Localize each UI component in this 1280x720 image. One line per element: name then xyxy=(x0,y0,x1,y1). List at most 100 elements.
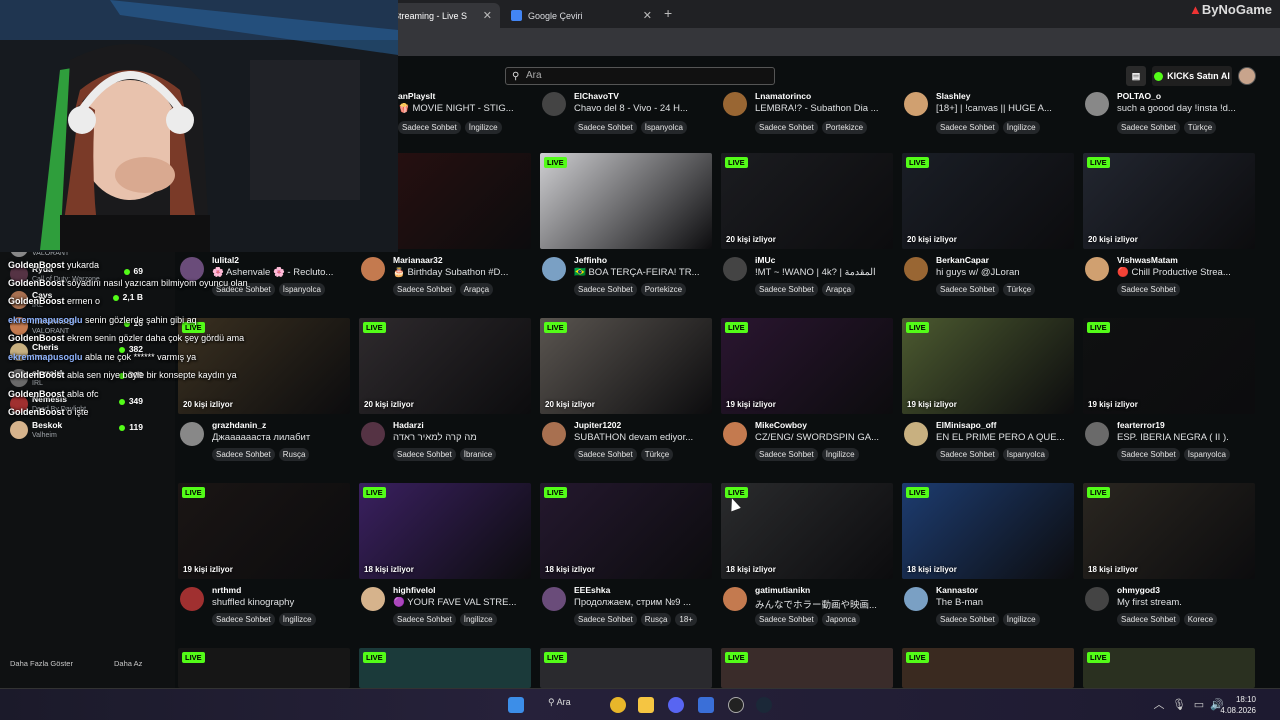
chat-username[interactable]: GoldenBoost xyxy=(8,333,65,343)
tag[interactable]: İngilizce xyxy=(464,121,502,134)
channel-name[interactable]: Lnamatorinco xyxy=(755,91,811,101)
tag[interactable]: İngilizce xyxy=(459,613,497,626)
stream-title[interactable]: みんなでホラー動画や映画... xyxy=(755,597,895,611)
tag[interactable]: Sadece Sohbet xyxy=(574,283,637,296)
stream-thumbnail[interactable]: LIVE xyxy=(178,648,350,688)
chat-username[interactable]: GoldenBoost xyxy=(8,260,65,270)
stream-thumbnail[interactable]: LIVE 20 kişi izliyor xyxy=(721,153,893,249)
stream-thumbnail[interactable]: LIVE 18 kişi izliyor xyxy=(1083,483,1255,579)
channel-avatar[interactable] xyxy=(542,422,566,446)
chat-username[interactable]: GoldenBoost xyxy=(8,389,65,399)
tag[interactable]: İngilizce xyxy=(278,613,316,626)
tag[interactable]: Sadece Sohbet xyxy=(574,448,637,461)
stream-card[interactable]: LIVE 18 kişi izliyor Kannastor The B-man Sad… xyxy=(902,483,1074,643)
stream-card[interactable]: LIVE 19 kişi izliyor nrthmd shuffled kinogr… xyxy=(178,483,350,643)
stream-card[interactable]: Lnamatorinco LEMBRA!? - Subathon Dia ... S… xyxy=(721,56,893,136)
channel-avatar[interactable] xyxy=(361,587,385,611)
obs-icon[interactable] xyxy=(728,697,744,713)
stream-card[interactable]: LIVE 20 kişi izliyor BerkanCapar hi guys w/… xyxy=(902,153,1074,313)
stream-card[interactable]: ElChavoTV Chavo del 8 - Vivo - 24 H... Sad… xyxy=(540,56,712,136)
stream-title[interactable]: 🎂 Birthday Subathon #D... xyxy=(393,267,533,278)
channel-name[interactable]: Slashley xyxy=(936,91,971,101)
windows-start-icon[interactable] xyxy=(508,697,524,713)
channel-avatar[interactable] xyxy=(361,422,385,446)
stream-title[interactable]: The B-man xyxy=(936,597,1076,608)
tag[interactable]: Korece xyxy=(1183,613,1218,626)
chevron-up-icon[interactable]: ︿ xyxy=(1152,698,1166,712)
channel-name[interactable]: gatimutianikn xyxy=(755,585,810,595)
stream-title[interactable]: LEMBRA!? - Subathon Dia ... xyxy=(755,103,895,114)
stream-thumbnail[interactable]: LIVE 19 kişi izliyor xyxy=(721,318,893,414)
tag[interactable]: Sadece Sohbet xyxy=(574,121,637,134)
channel-name[interactable]: POLTAO_o xyxy=(1117,91,1161,101)
stream-title[interactable]: 🟣 YOUR FAVE VAL STRE... xyxy=(393,597,533,608)
tag[interactable]: Sadece Sohbet xyxy=(1117,121,1180,134)
tag[interactable]: Rusça xyxy=(278,448,310,461)
tag[interactable]: Sadece Sohbet xyxy=(1117,448,1180,461)
tag[interactable]: Sadece Sohbet xyxy=(936,613,999,626)
stream-card[interactable]: LIVE 20 kişi izliyor VishwasMatam 🔴 Chill P… xyxy=(1083,153,1255,313)
tag[interactable]: Sadece Sohbet xyxy=(936,283,999,296)
stream-thumbnail[interactable]: LIVE xyxy=(540,648,712,688)
stream-card[interactable]: LIVE 20 kişi izliyor Hadarzi מה קרה למאיר ר… xyxy=(359,318,531,478)
channel-name[interactable]: Hadarzi xyxy=(393,420,424,430)
stream-thumbnail[interactable]: LIVE 19 kişi izliyor xyxy=(178,483,350,579)
steam-icon[interactable] xyxy=(756,697,772,713)
stream-title[interactable]: shuffled kinography xyxy=(212,597,352,608)
chat-username[interactable]: GoldenBoost xyxy=(8,407,65,417)
channel-name[interactable]: iMUc xyxy=(755,255,775,265)
tag[interactable]: İspanyolca xyxy=(1183,448,1230,461)
tag[interactable]: İngilizce xyxy=(1002,613,1040,626)
tag[interactable]: Sadece Sohbet xyxy=(212,448,275,461)
show-less-button[interactable]: Daha Az xyxy=(114,659,142,668)
tag[interactable]: Sadece Sohbet xyxy=(574,613,637,626)
tag[interactable]: Sadece Sohbet xyxy=(398,121,461,134)
channel-name[interactable]: ElMinisapo_off xyxy=(936,420,996,430)
channel-avatar[interactable] xyxy=(1085,587,1109,611)
channel-avatar[interactable] xyxy=(904,422,928,446)
tag[interactable]: Rusça xyxy=(640,613,672,626)
channel-avatar[interactable] xyxy=(542,257,566,281)
new-tab-icon[interactable]: + xyxy=(664,5,672,21)
stream-card[interactable]: Slashley [18+] | !canvas || HUGE A... Sade… xyxy=(902,56,1074,136)
tag[interactable]: Sadece Sohbet xyxy=(755,283,818,296)
stream-thumbnail[interactable]: LIVE xyxy=(540,153,712,249)
stream-card[interactable]: LIVE 20 kişi izliyor iMUc !MT ~ !WANO | 4k?… xyxy=(721,153,893,313)
tag[interactable]: İspanyolca xyxy=(1002,448,1049,461)
tag[interactable]: Sadece Sohbet xyxy=(1117,283,1180,296)
stream-card[interactable]: LIVE 19 kişi izliyor fearterror19 ESP. IBER… xyxy=(1083,318,1255,478)
channel-avatar[interactable] xyxy=(1085,257,1109,281)
stream-thumbnail[interactable]: LIVE 20 kişi izliyor xyxy=(902,153,1074,249)
tag[interactable]: Sadece Sohbet xyxy=(936,121,999,134)
stream-title[interactable]: Продолжаем, стрим №9 ... xyxy=(574,597,714,608)
stream-card[interactable]: LIVE 20 kişi izliyor Jupiter1202 SUBATHON d… xyxy=(540,318,712,478)
channel-name[interactable]: MikeCowboy xyxy=(755,420,807,430)
channel-avatar[interactable] xyxy=(723,422,747,446)
tag[interactable]: İspanyolca xyxy=(278,283,325,296)
stream-thumbnail[interactable]: LIVE xyxy=(721,648,893,688)
stream-card[interactable]: LIVE Jeffinho 🇧🇷 BOA TERÇA-FEIRA! TR... Sad… xyxy=(540,153,712,313)
tag[interactable]: Sadece Sohbet xyxy=(393,448,456,461)
channel-name[interactable]: ohmygod3 xyxy=(1117,585,1160,595)
app-icon[interactable] xyxy=(698,697,714,713)
show-more-button[interactable]: Daha Fazla Göster xyxy=(10,659,73,668)
chat-username[interactable]: ekremmapusoglu xyxy=(8,352,83,362)
channel-name[interactable]: Marianaar32 xyxy=(393,255,443,265)
channel-avatar[interactable] xyxy=(723,257,747,281)
close-icon[interactable]: ✕ xyxy=(483,9,492,22)
stream-thumbnail[interactable]: LIVE 20 kişi izliyor xyxy=(359,318,531,414)
stream-thumbnail[interactable]: LIVE 20 kişi izliyor xyxy=(1083,153,1255,249)
channel-avatar[interactable] xyxy=(723,587,747,611)
tag[interactable]: Sadece Sohbet xyxy=(393,283,456,296)
chat-username[interactable]: GoldenBoost xyxy=(8,278,65,288)
channel-avatar[interactable] xyxy=(180,587,204,611)
channel-name[interactable]: highfivelol xyxy=(393,585,436,595)
stream-title[interactable]: Chavo del 8 - Vivo - 24 H... xyxy=(574,103,714,114)
tag[interactable]: Türkçe xyxy=(640,448,674,461)
stream-title[interactable]: hi guys w/ @JLoran xyxy=(936,267,1076,278)
stream-title[interactable]: 🍿 MOVIE NIGHT - STIG... xyxy=(398,103,538,114)
channel-avatar[interactable] xyxy=(361,257,385,281)
channel-name[interactable]: fearterror19 xyxy=(1117,420,1165,430)
stream-thumbnail[interactable]: LIVE 19 kişi izliyor xyxy=(902,318,1074,414)
tag[interactable]: Portekizce xyxy=(640,283,687,296)
